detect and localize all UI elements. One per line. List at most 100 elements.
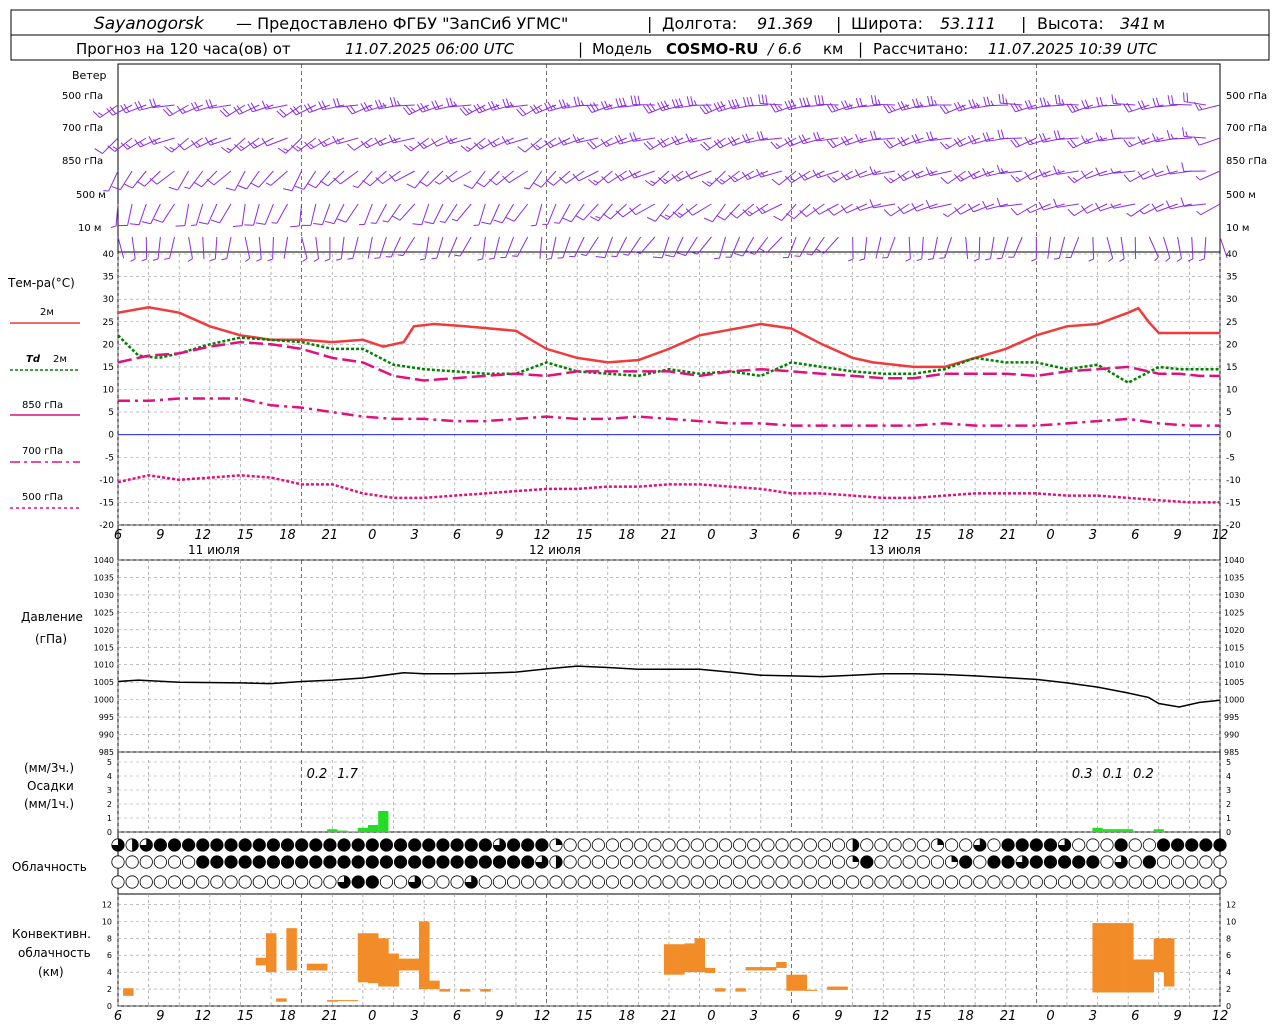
cloud-circle [393,838,408,852]
barb-shaft [944,236,953,259]
barb-feather [812,169,819,179]
cloud-circle [238,875,252,889]
conv-title-1: Конвективн. [12,927,91,941]
barb-feather [1181,162,1185,172]
barb-feather [773,215,782,222]
barb-feather [523,187,530,190]
conv-bar [459,989,471,992]
barb-feather [760,131,765,141]
barb-feather [454,254,461,257]
barb-shaft [127,203,133,226]
cloud-circle [662,838,676,852]
cloud-circle [295,875,309,889]
time-label: 6 [792,528,800,543]
cloud-circle [252,838,266,852]
wind-barb [1038,168,1065,178]
cloud-circle [888,875,902,889]
wind-barb [798,134,825,145]
conv-bar [1102,923,1114,993]
wind-barb [985,236,995,261]
wind-barb [1038,201,1065,211]
barb-feather [749,96,754,106]
barb-shaft [1199,170,1221,181]
cloud-circle [831,875,846,889]
barb-shaft [628,236,642,256]
barb-feather [593,179,599,184]
barb-shaft [315,236,319,259]
conv-unit: (км) [38,965,64,979]
barb-feather [422,143,428,148]
barb-feather [538,106,543,112]
barb-feather [111,186,121,191]
barb-feather [184,186,190,190]
cloud-circle [492,855,507,869]
barb-feather [646,216,656,222]
wind-barb [782,236,797,259]
cloud-circle [1199,855,1213,869]
wind-barb [130,236,136,262]
barb-shaft [241,203,246,226]
cloud-circle [959,838,973,852]
meteogram-page: Sayanogorsk — Предоставлено ФГБУ "ЗапСиб… [0,0,1280,1024]
cloud-circle [408,855,422,869]
barb-feather [1165,257,1171,262]
barb-feather [449,97,454,107]
barb-feather [282,188,293,192]
barb-feather [794,255,801,257]
barb-feather [663,178,669,183]
wind-barb [699,103,726,115]
wind-barb [996,236,1009,260]
wind-barb [758,94,783,106]
time-label: 3 [1089,528,1097,543]
cloud-circle [478,855,492,869]
cloud-circle [323,838,337,852]
cloud-circle [238,838,252,852]
barb-shaft [736,203,755,219]
cloud-circle [916,838,930,852]
barb-feather [1002,94,1005,104]
barb-feather [1154,256,1159,262]
cloud-circle [973,875,987,889]
wind-barb [232,203,246,228]
barb-feather [771,178,780,186]
cloud-circle [704,875,718,889]
pressure-tick-left: 990 [99,731,114,740]
barb-feather [600,138,607,147]
pressure-tick-left: 1000 [94,696,114,705]
barb-feather [1176,258,1182,262]
barb-feather [817,95,821,105]
barb-shaft [690,170,712,180]
cloud-circle [1086,875,1100,889]
wind-barb [1119,236,1125,262]
conv-bar [255,957,267,966]
wind-barb [175,203,190,227]
barb-shaft [352,236,359,259]
barb-feather [990,100,994,106]
barb-shaft [258,236,262,259]
barb-feather [1081,205,1088,214]
cloud-circle [1072,875,1086,889]
temp-tick-right: 30 [1226,295,1238,305]
cloud-circle [1213,855,1227,869]
wind-barb [657,100,684,112]
bottom-time-label: 21 [661,1009,678,1024]
cloud-circle [761,838,775,852]
cloud-circle [1142,855,1156,869]
cloud-circle [860,855,874,869]
barb-feather [746,174,752,179]
wind-barb [544,101,571,112]
wind-barb [118,203,133,227]
barb-feather [927,258,934,261]
cloud-circle [436,838,450,852]
barb-feather [290,144,299,152]
precip-bar [378,811,389,832]
barb-feather [930,95,934,106]
barb-shaft [550,236,557,259]
barb-feather [544,140,551,148]
barb-feather [424,221,434,225]
barb-feather [799,97,803,108]
conv-bar [1163,938,1175,987]
barb-feather [397,254,404,257]
cloud-circle [860,838,874,852]
barb-feather [309,143,315,148]
